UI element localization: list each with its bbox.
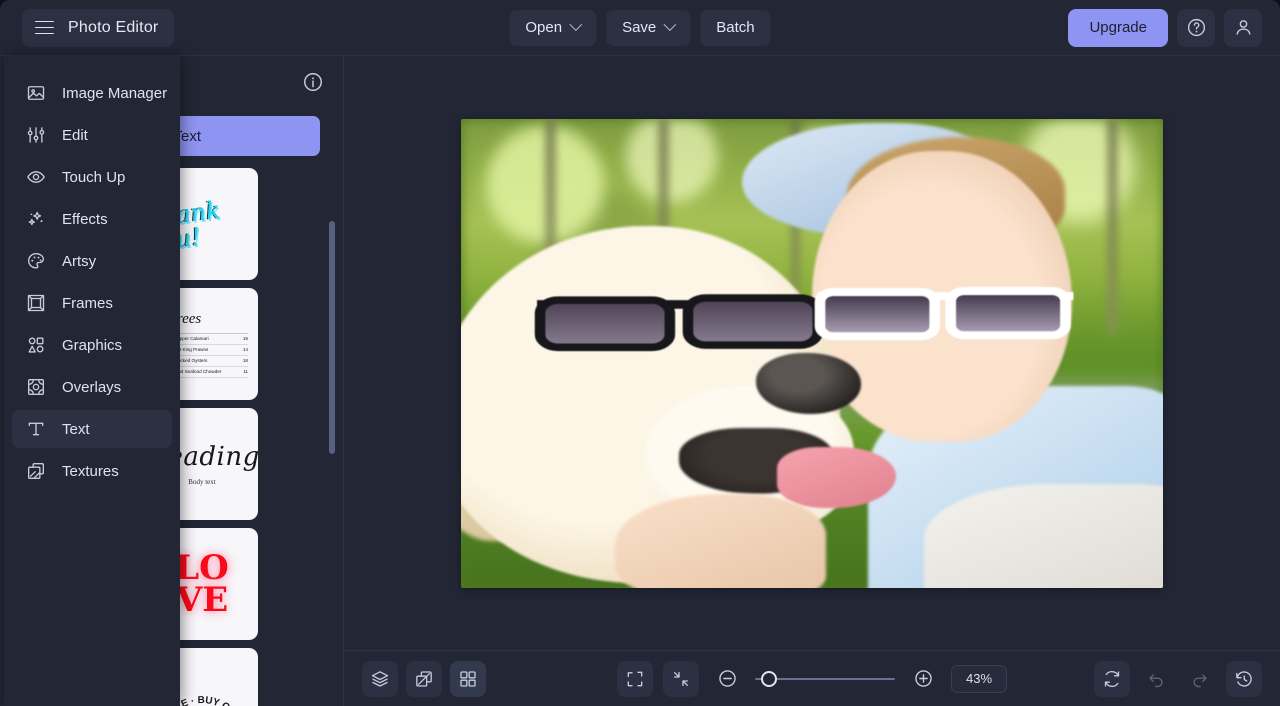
sidebar-item-label: Artsy	[62, 252, 97, 270]
menu-item-price: 11	[243, 369, 248, 374]
sidebar-item-edit[interactable]: Edit	[12, 116, 172, 154]
sidebar-item-label: Overlays	[62, 378, 122, 396]
plus-circle-icon	[914, 670, 932, 687]
sidebar-item-image-manager[interactable]: Image Manager	[12, 74, 172, 112]
sidebar-item-label: Effects	[62, 210, 108, 228]
hamburger-icon[interactable]	[35, 20, 54, 35]
sidebar-item-label: Textures	[62, 462, 119, 480]
sidebar-item-label: Graphics	[62, 336, 123, 354]
zoom-in-button[interactable]	[905, 661, 941, 697]
sidebar-item-effects[interactable]: Effects	[12, 200, 172, 238]
save-button[interactable]: Save	[606, 9, 691, 46]
chevron-down-icon	[663, 18, 677, 32]
info-circle-icon	[304, 72, 322, 91]
history-button[interactable]	[1226, 660, 1262, 697]
zoom-controls: 43%	[617, 660, 1007, 697]
fit-screen-icon	[627, 671, 643, 686]
fit-screen-button[interactable]	[617, 660, 653, 697]
app-menu-button[interactable]: Photo Editor	[22, 8, 175, 47]
undo-icon	[1149, 673, 1163, 687]
photo-dog-nose	[755, 353, 862, 414]
account-actions-group: Upgrade	[1068, 8, 1262, 47]
bottom-right-tools	[1094, 660, 1262, 697]
sidebar-item-textures[interactable]: Textures	[12, 452, 172, 490]
help-button[interactable]	[1177, 8, 1215, 47]
sidebar-item-label: Edit	[62, 126, 88, 144]
grid-icon	[460, 670, 476, 687]
minus-circle-icon	[718, 670, 736, 687]
sidebar-item-graphics[interactable]: Graphics	[12, 326, 172, 364]
chevron-down-icon	[569, 18, 582, 32]
account-button[interactable]	[1224, 8, 1262, 47]
palette-icon	[25, 250, 47, 272]
redo-icon	[1193, 673, 1207, 687]
photo-tree-trunk	[1106, 118, 1118, 335]
actual-size-button[interactable]	[663, 660, 699, 697]
template-scrollbar[interactable]	[329, 166, 335, 696]
zoom-slider-knob[interactable]	[761, 670, 777, 687]
transform-button[interactable]	[406, 660, 442, 697]
frame-icon	[25, 292, 47, 314]
sidebar-item-frames[interactable]: Frames	[12, 284, 172, 322]
photo-boy-sunglasses	[814, 286, 1074, 341]
undo-button[interactable]	[1138, 661, 1174, 697]
sliders-icon	[25, 124, 47, 146]
sidebar-item-label: Text	[62, 420, 90, 438]
bottom-toolbar: 43%	[344, 650, 1280, 706]
canvas-area[interactable]	[344, 56, 1280, 650]
photo-editor-app: Photo Editor Open Save Batch Upgrade Tex…	[0, 0, 1280, 706]
layers-icon	[371, 670, 389, 687]
photo-boy-pants	[924, 484, 1163, 588]
open-button-label: Open	[525, 19, 563, 36]
sidebar-item-label: Frames	[62, 294, 113, 312]
reset-button[interactable]	[1094, 660, 1130, 697]
text-t-icon	[25, 418, 47, 440]
app-title: Photo Editor	[68, 18, 159, 36]
overlay-icon	[25, 376, 47, 398]
menu-item-price: 14	[242, 347, 248, 352]
eye-icon	[25, 166, 47, 188]
history-icon	[1236, 670, 1252, 687]
file-actions-group: Open Save Batch	[509, 9, 771, 46]
actual-size-icon	[674, 671, 688, 686]
panel-info-button[interactable]	[302, 71, 324, 98]
template-love-line2: VE	[175, 580, 229, 620]
scrollbar-thumb[interactable]	[329, 221, 335, 454]
reset-icon	[1104, 670, 1120, 687]
sidebar-item-artsy[interactable]: Artsy	[12, 242, 172, 280]
sidebar-item-touch-up[interactable]: Touch Up	[12, 158, 172, 196]
grid-button[interactable]	[450, 660, 486, 697]
layers-button[interactable]	[362, 660, 398, 697]
sidebar-item-text[interactable]: Text	[12, 410, 172, 448]
image-icon	[25, 82, 47, 104]
sparkles-icon	[25, 208, 47, 230]
photo-boy-arm	[615, 493, 827, 588]
shapes-icon	[25, 334, 47, 356]
menu-item-price: 18	[242, 358, 248, 363]
transform-icon	[416, 670, 432, 687]
upgrade-button-label: Upgrade	[1089, 19, 1147, 36]
user-icon	[1236, 20, 1250, 35]
photo-dog-sunglasses	[534, 293, 828, 351]
batch-button-label: Batch	[716, 19, 755, 36]
open-button[interactable]: Open	[509, 9, 597, 46]
zoom-level-value: 43%	[965, 671, 993, 686]
zoom-out-button[interactable]	[709, 661, 745, 697]
save-button-label: Save	[622, 19, 657, 36]
canvas-image[interactable]	[461, 118, 1163, 588]
menu-item-price: 19	[242, 336, 248, 341]
sidebar-menu: Image Manager Edit Touch Up Effects Arts…	[4, 56, 180, 706]
upgrade-button[interactable]: Upgrade	[1068, 8, 1168, 47]
batch-button[interactable]: Batch	[700, 9, 771, 46]
zoom-level-input[interactable]: 43%	[951, 664, 1007, 693]
top-toolbar: Photo Editor Open Save Batch Upgrade	[0, 0, 1280, 56]
sidebar-item-label: Touch Up	[62, 168, 126, 186]
sidebar-item-label: Image Manager	[62, 84, 168, 102]
zoom-slider[interactable]	[755, 670, 895, 687]
question-circle-icon	[1187, 18, 1205, 37]
textures-icon	[25, 460, 47, 482]
sidebar-item-overlays[interactable]: Overlays	[12, 368, 172, 406]
bottom-left-tools	[362, 660, 486, 697]
redo-button[interactable]	[1182, 661, 1218, 697]
